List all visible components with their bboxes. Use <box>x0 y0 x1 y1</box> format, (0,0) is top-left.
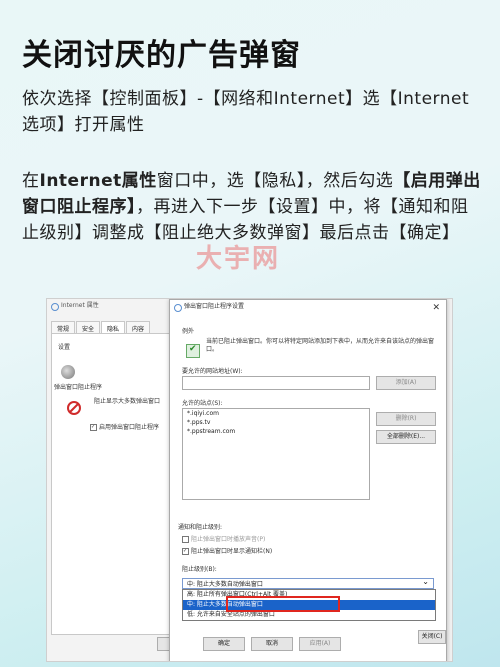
close-icon[interactable]: ✕ <box>432 301 440 315</box>
exceptions-description: 当前已阻止弹出窗口。你可以将特定网站添加到下表中，从而允许来自该站点的弹出窗口。 <box>206 338 435 353</box>
allow-address-input[interactable] <box>182 376 370 390</box>
play-sound-checkbox[interactable]: 阻止弹出窗口时播放声音(P) <box>182 534 265 543</box>
checkbox-icon <box>90 424 97 431</box>
remove-button[interactable]: 删除(R) <box>376 412 436 426</box>
privacy-panel: 设置 弹出窗口阻止程序 阻止显示大多数弹出窗口 启用弹出窗口阻止程序 <box>51 333 185 635</box>
internet-properties-title: Internet 属性 <box>61 302 99 309</box>
internet-properties-window: Internet 属性 常规 安全 隐私 内容 设置 弹出窗口阻止程序 阻止显示… <box>47 299 195 661</box>
step2-part-a: 在 <box>22 171 40 191</box>
step-instruction-2: 在Internet属性窗口中，选【隐私】，然后勾选【启用弹出窗口阻止程序】，再进… <box>22 168 484 246</box>
block-level-select[interactable]: 中: 阻止大多数自动弹出窗口 <box>182 576 434 589</box>
add-button[interactable]: 添加(A) <box>376 376 436 390</box>
internet-properties-titlebar: Internet 属性 <box>47 299 187 313</box>
list-item[interactable]: *.ppstream.com <box>183 427 369 436</box>
settings-label: 设置 <box>58 344 71 351</box>
block-level-label: 阻止级别(B): <box>182 566 217 573</box>
list-item[interactable]: *.iqiyi.com <box>183 409 369 418</box>
checkbox-icon <box>182 536 189 543</box>
show-bar-label: 阻止弹出窗口时显示通知栏(N) <box>191 548 273 555</box>
block-icon <box>67 401 81 415</box>
highlight-box <box>226 596 340 612</box>
globe-icon <box>174 304 182 312</box>
allowed-sites-label: 允许的站点(S): <box>182 400 223 407</box>
screenshot: Internet 属性 常规 安全 隐私 内容 设置 弹出窗口阻止程序 阻止显示… <box>46 298 453 662</box>
play-sound-label: 阻止弹出窗口时播放声音(P) <box>191 536 266 543</box>
popup-blocker-settings-window: 弹出窗口阻止程序设置 ✕ 例外 当前已阻止弹出窗口。你可以将特定网站添加到下表中… <box>169 299 447 661</box>
remove-all-button[interactable]: 全部删除(E)... <box>376 430 436 444</box>
close-button[interactable]: 关闭(C) <box>418 630 446 644</box>
privacy-icon <box>61 365 75 379</box>
list-item[interactable]: *.pps.tv <box>183 418 369 427</box>
enable-popup-label: 启用弹出窗口阻止程序 <box>99 424 160 431</box>
watermark: 大宇网 <box>196 244 281 274</box>
popup-group-label: 弹出窗口阻止程序 <box>54 384 103 391</box>
back-ok-button[interactable]: 确定 <box>203 637 245 651</box>
back-apply-button[interactable]: 应用(A) <box>299 637 341 651</box>
exceptions-label: 例外 <box>182 328 195 335</box>
popup-settings-titlebar: 弹出窗口阻止程序设置 ✕ <box>170 300 446 314</box>
block-most-label: 阻止显示大多数弹出窗口 <box>94 398 161 405</box>
globe-icon <box>51 303 59 311</box>
step2-part-c: 窗口中，选【隐私】，然后勾选 <box>156 171 394 191</box>
step2-part-b: Internet属性 <box>39 171 157 191</box>
allow-address-label: 要允许的网站地址(W): <box>182 368 243 375</box>
page-title: 关闭讨厌的广告弹窗 <box>22 38 301 73</box>
back-cancel-button[interactable]: 取消 <box>251 637 293 651</box>
allowed-sites-list[interactable]: *.iqiyi.com *.pps.tv *.ppstream.com <box>182 408 370 500</box>
notify-group-label: 通知和阻止级别: <box>178 524 223 531</box>
show-bar-checkbox[interactable]: 阻止弹出窗口时显示通知栏(N) <box>182 546 272 555</box>
popup-settings-title: 弹出窗口阻止程序设置 <box>184 303 245 310</box>
checkbox-icon <box>182 548 189 555</box>
enable-popup-checkbox[interactable]: 启用弹出窗口阻止程序 <box>90 422 159 431</box>
shield-check-icon <box>186 344 200 358</box>
step-instruction-1: 依次选择【控制面板】-【网络和Internet】选【Internet选项】打开属… <box>22 89 470 135</box>
